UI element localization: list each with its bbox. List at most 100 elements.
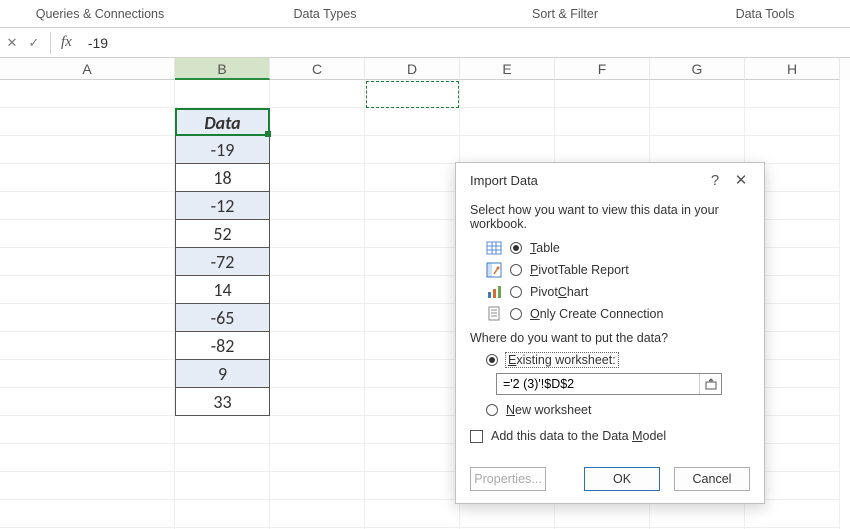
cell[interactable] (270, 444, 365, 472)
cell[interactable] (650, 500, 745, 528)
radio-table[interactable] (510, 242, 522, 254)
cell[interactable] (365, 472, 460, 500)
option-connection[interactable]: Only Create Connection (470, 303, 750, 325)
ribbon-group-sortfilter[interactable]: Sort & Filter (450, 7, 680, 21)
cell[interactable] (0, 500, 175, 528)
col-header-F[interactable]: F (555, 58, 650, 80)
cell[interactable] (0, 80, 175, 108)
cell[interactable] (555, 500, 650, 528)
cell[interactable] (745, 500, 840, 528)
cell[interactable] (0, 388, 175, 416)
cell[interactable] (270, 136, 365, 164)
cell[interactable] (365, 360, 460, 388)
cell[interactable] (460, 80, 555, 108)
cell[interactable] (0, 416, 175, 444)
cell[interactable] (365, 108, 460, 136)
cell[interactable] (270, 192, 365, 220)
data-cell[interactable]: -12 (175, 192, 270, 220)
data-cell[interactable]: 52 (175, 220, 270, 248)
formula-input[interactable] (82, 35, 850, 51)
range-picker-icon[interactable] (699, 374, 721, 394)
radio-pivotchart[interactable] (510, 286, 522, 298)
option-pivotchart[interactable]: PivotChart (470, 281, 750, 303)
col-header-D[interactable]: D (365, 58, 460, 80)
cell[interactable] (365, 164, 460, 192)
data-cell[interactable]: 33 (175, 388, 270, 416)
cell[interactable] (0, 108, 175, 136)
cell[interactable] (175, 500, 270, 528)
cell[interactable] (365, 220, 460, 248)
ok-button[interactable]: OK (584, 467, 660, 491)
existing-location-input[interactable] (497, 377, 699, 391)
cell[interactable] (365, 80, 460, 108)
cell[interactable] (0, 472, 175, 500)
cell[interactable] (365, 136, 460, 164)
cell[interactable] (270, 276, 365, 304)
data-cell[interactable]: -72 (175, 248, 270, 276)
cell[interactable] (0, 220, 175, 248)
data-column-header[interactable]: Data (175, 108, 270, 136)
cell[interactable] (365, 276, 460, 304)
cell[interactable] (270, 332, 365, 360)
cell[interactable] (270, 360, 365, 388)
col-header-C[interactable]: C (270, 58, 365, 80)
cell[interactable] (460, 500, 555, 528)
cell[interactable] (0, 304, 175, 332)
data-cell[interactable]: 18 (175, 164, 270, 192)
cell[interactable] (650, 136, 745, 164)
data-cell[interactable]: 14 (175, 276, 270, 304)
dialog-help-button[interactable]: ? (702, 172, 728, 189)
radio-pivottable[interactable] (510, 264, 522, 276)
cell[interactable] (555, 136, 650, 164)
cell[interactable] (650, 80, 745, 108)
col-header-H[interactable]: H (745, 58, 840, 80)
col-header-B[interactable]: B (175, 58, 270, 80)
cell[interactable] (745, 136, 840, 164)
fx-icon[interactable]: fx (61, 34, 72, 51)
cell[interactable] (365, 500, 460, 528)
cell[interactable] (0, 136, 175, 164)
ribbon-group-datatools[interactable]: Data Tools (680, 7, 850, 21)
cell[interactable] (270, 108, 365, 136)
radio-connection[interactable] (510, 308, 522, 320)
cell[interactable] (270, 472, 365, 500)
col-header-A[interactable]: A (0, 58, 175, 80)
properties-button[interactable]: Properties... (470, 467, 546, 491)
cancel-formula-icon[interactable]: ✕ (4, 35, 20, 51)
option-existing-worksheet[interactable]: Existing worksheet: (470, 351, 750, 369)
ribbon-group-datatypes[interactable]: Data Types (200, 7, 450, 21)
cell[interactable] (0, 164, 175, 192)
cell[interactable] (270, 80, 365, 108)
cell[interactable] (365, 304, 460, 332)
cell[interactable] (175, 472, 270, 500)
cell[interactable] (175, 444, 270, 472)
cell[interactable] (555, 108, 650, 136)
col-header-E[interactable]: E (460, 58, 555, 80)
cell[interactable] (175, 416, 270, 444)
cancel-button[interactable]: Cancel (674, 467, 750, 491)
option-pivottable[interactable]: PivotTable Report (470, 259, 750, 281)
cell[interactable] (460, 136, 555, 164)
cell[interactable] (270, 248, 365, 276)
cell[interactable] (270, 304, 365, 332)
cell[interactable] (365, 416, 460, 444)
radio-new[interactable] (486, 404, 498, 416)
data-cell[interactable]: -65 (175, 304, 270, 332)
col-header-G[interactable]: G (650, 58, 745, 80)
cell[interactable] (650, 108, 745, 136)
cell[interactable] (270, 416, 365, 444)
checkbox-add-model[interactable] (470, 430, 483, 443)
data-cell[interactable]: -19 (175, 136, 270, 164)
option-table[interactable]: Table (470, 237, 750, 259)
ribbon-group-queries[interactable]: Queries & Connections (0, 7, 200, 21)
data-cell[interactable]: 9 (175, 360, 270, 388)
existing-location-field[interactable] (496, 373, 722, 395)
cell[interactable] (745, 80, 840, 108)
cell[interactable] (365, 444, 460, 472)
cell[interactable] (365, 248, 460, 276)
cell[interactable] (0, 192, 175, 220)
radio-existing[interactable] (486, 354, 498, 366)
cell[interactable] (175, 80, 270, 108)
cell[interactable] (745, 108, 840, 136)
close-icon[interactable]: ✕ (728, 171, 754, 189)
